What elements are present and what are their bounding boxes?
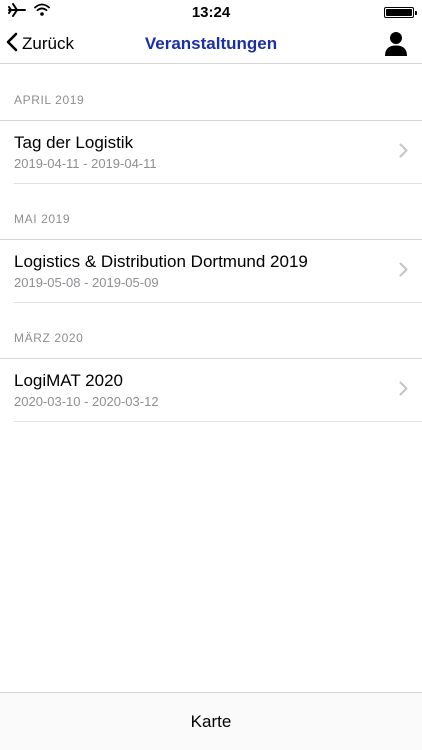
event-row[interactable]: Tag der Logistik 2019-04-11 - 2019-04-11 — [0, 121, 422, 184]
event-row[interactable]: Logistics & Distribution Dortmund 2019 2… — [0, 240, 422, 303]
event-title: LogiMAT 2020 — [14, 371, 123, 390]
events-screen: 13:24 Zurück Veranstaltungen APRIL 2019 … — [0, 0, 422, 750]
page-title: Veranstaltungen — [144, 34, 278, 53]
event-title: Tag der Logistik — [14, 133, 134, 152]
events-list: APRIL 2019 Tag der Logistik 2019-04-11 -… — [0, 65, 422, 692]
bottom-toolbar: Karte — [0, 692, 422, 750]
chevron-right-icon — [399, 381, 408, 401]
event-dates: 2020-03-10 - 2020-03-12 — [14, 394, 159, 409]
battery-icon — [384, 7, 417, 18]
chevron-left-icon — [6, 32, 18, 57]
map-button[interactable]: Karte — [175, 704, 248, 740]
chevron-right-icon — [399, 262, 408, 282]
event-dates: 2019-05-08 - 2019-05-09 — [14, 275, 159, 290]
chevron-right-icon — [399, 143, 408, 163]
event-title: Logistics & Distribution Dortmund 2019 — [14, 252, 308, 271]
person-icon — [382, 32, 410, 62]
section-header-april-2019: APRIL 2019 — [0, 65, 422, 121]
event-dates: 2019-04-11 - 2019-04-11 — [14, 156, 157, 171]
status-bar: 13:24 — [0, 0, 422, 24]
navigation-bar: Zurück Veranstaltungen — [0, 24, 422, 64]
section-header-maerz-2020: MÄRZ 2020 — [0, 303, 422, 359]
status-time: 13:24 — [191, 4, 231, 21]
section-header-mai-2019: MAI 2019 — [0, 184, 422, 240]
back-label: Zurück — [22, 34, 74, 53]
back-button[interactable]: Zurück — [6, 24, 74, 64]
profile-button[interactable] — [382, 30, 410, 58]
event-row[interactable]: LogiMAT 2020 2020-03-10 - 2020-03-12 — [0, 359, 422, 422]
